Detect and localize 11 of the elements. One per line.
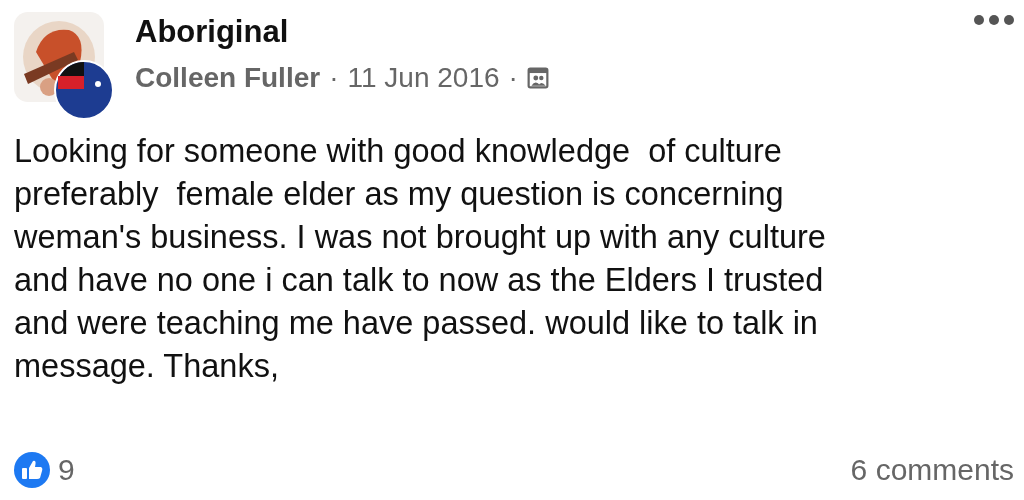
more-options-icon[interactable] [974, 15, 1014, 25]
like-count[interactable]: 9 [58, 453, 75, 487]
post-text: Looking for someone with good knowledge of culture preferably female elder as my question is concerning weman's business. I was not brought up with any culture and have no one i can talk to now as the Elders I trusted and were teaching me have passed. would like to talk in message. Thanks, [14, 132, 827, 386]
separator: · [329, 62, 339, 94]
comment-count[interactable]: 6 comments [850, 453, 1014, 487]
group-name[interactable]: Aboriginal [135, 14, 549, 50]
group-audience-icon [526, 67, 549, 89]
like-icon[interactable] [14, 452, 50, 488]
author-name[interactable]: Colleen Fuller [135, 62, 321, 94]
separator: · [508, 62, 518, 94]
post-date[interactable]: 11 Jun 2016 [347, 62, 500, 94]
